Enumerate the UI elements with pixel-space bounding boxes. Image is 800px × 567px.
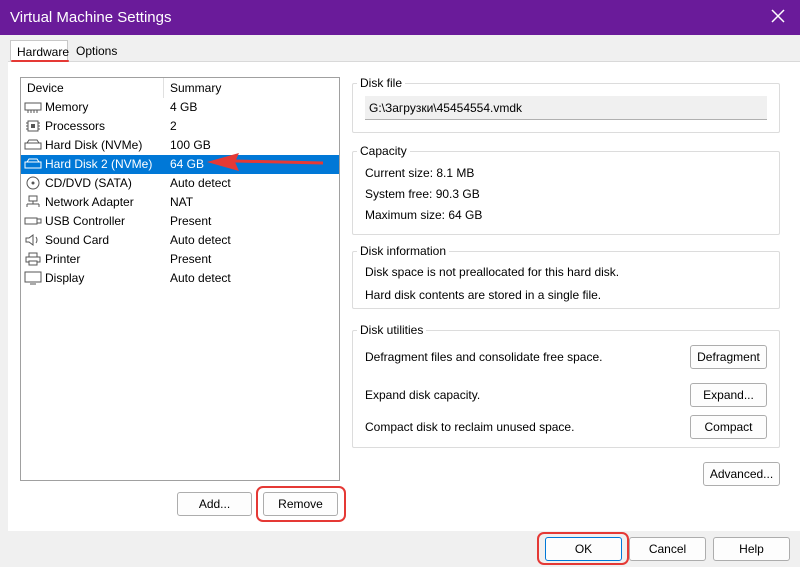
- device-name: Network Adapter: [45, 195, 134, 209]
- device-row-network-adapter[interactable]: Network Adapter NAT: [21, 193, 339, 212]
- printer-icon: [25, 252, 41, 266]
- hard-disk-icon: [24, 139, 42, 150]
- tab-hardware[interactable]: Hardware: [10, 40, 69, 62]
- display-icon: [24, 271, 42, 285]
- memory-icon: [24, 102, 42, 113]
- processor-icon: [26, 120, 40, 132]
- advanced-button[interactable]: Advanced...: [703, 462, 780, 486]
- capacity-label: Capacity: [357, 144, 410, 158]
- disk-file-field[interactable]: G:\Загрузки\45454554.vmdk: [365, 96, 767, 120]
- device-name: Printer: [45, 252, 81, 266]
- maximum-size-text: Maximum size: 64 GB: [365, 208, 483, 222]
- hard-disk-icon: [24, 158, 42, 169]
- device-name: Processors: [45, 119, 106, 133]
- compact-description: Compact disk to reclaim unused space.: [365, 420, 575, 434]
- defragment-description: Defragment files and consolidate free sp…: [365, 350, 603, 364]
- tab-options[interactable]: Options: [70, 40, 123, 62]
- device-list-header: Device Summary: [21, 78, 339, 98]
- device-row-sound-card[interactable]: Sound Card Auto detect: [21, 231, 339, 250]
- device-summary: 2: [170, 119, 177, 133]
- device-row-display[interactable]: Display Auto detect: [21, 269, 339, 288]
- system-free-text: System free: 90.3 GB: [365, 187, 480, 201]
- network-adapter-icon: [26, 195, 40, 207]
- annotation-highlight-remove: [256, 486, 346, 522]
- window-title: Virtual Machine Settings: [10, 9, 172, 26]
- current-size-text: Current size: 8.1 MB: [365, 166, 475, 180]
- disk-information-label: Disk information: [357, 244, 450, 258]
- device-summary: Auto detect: [170, 271, 231, 285]
- help-button[interactable]: Help: [713, 537, 790, 561]
- cd-dvd-icon: [26, 176, 40, 190]
- annotation-arrow: [207, 153, 324, 171]
- expand-button[interactable]: Expand...: [690, 383, 767, 407]
- device-name: Hard Disk (NVMe): [45, 138, 143, 152]
- disk-utilities-label: Disk utilities: [357, 323, 427, 337]
- column-header-summary[interactable]: Summary: [170, 81, 221, 95]
- device-name: Memory: [45, 100, 89, 114]
- disk-file-label: Disk file: [357, 76, 406, 90]
- usb-icon: [24, 217, 42, 225]
- device-row-processors[interactable]: Processors 2: [21, 117, 339, 136]
- device-name: Hard Disk 2 (NVMe): [45, 157, 153, 171]
- close-icon[interactable]: [768, 6, 788, 26]
- device-row-usb-controller[interactable]: USB Controller Present: [21, 212, 339, 231]
- disk-info-line-2: Hard disk contents are stored in a singl…: [365, 288, 602, 302]
- expand-description: Expand disk capacity.: [365, 388, 481, 402]
- disk-info-line-1: Disk space is not preallocated for this …: [365, 265, 620, 279]
- device-list[interactable]: Device Summary Memory 4 GB Processors 2 …: [20, 77, 340, 481]
- device-summary: Present: [170, 252, 212, 266]
- device-summary: 4 GB: [170, 100, 198, 114]
- annotation-highlight-ok: [537, 532, 629, 565]
- device-name: USB Controller: [45, 214, 126, 228]
- title-bar: Virtual Machine Settings: [0, 0, 800, 35]
- add-button[interactable]: Add...: [177, 492, 252, 516]
- device-summary: 64 GB: [170, 157, 205, 171]
- column-header-device[interactable]: Device: [27, 81, 64, 95]
- compact-button[interactable]: Compact: [690, 415, 767, 439]
- device-summary: Auto detect: [170, 176, 231, 190]
- device-summary: Auto detect: [170, 233, 231, 247]
- device-name: Display: [45, 271, 85, 285]
- device-row-memory[interactable]: Memory 4 GB: [21, 98, 339, 117]
- device-summary: NAT: [170, 195, 194, 209]
- device-name: Sound Card: [45, 233, 110, 247]
- column-divider[interactable]: [163, 78, 164, 98]
- cancel-button[interactable]: Cancel: [629, 537, 706, 561]
- device-summary: Present: [170, 214, 212, 228]
- device-row-printer[interactable]: Printer Present: [21, 250, 339, 269]
- annotation-underline: [11, 60, 69, 62]
- defragment-button[interactable]: Defragment: [690, 345, 767, 369]
- device-name: CD/DVD (SATA): [45, 176, 132, 190]
- sound-card-icon: [25, 234, 38, 246]
